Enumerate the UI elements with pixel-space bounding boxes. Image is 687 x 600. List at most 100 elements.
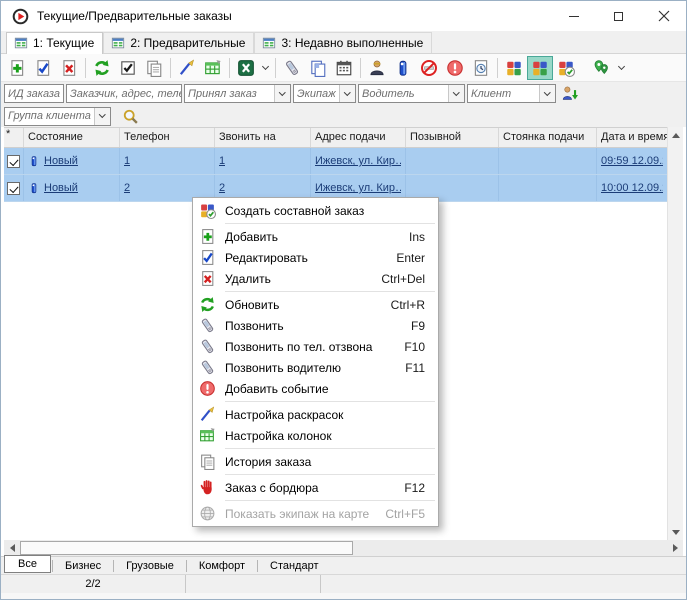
- address-link[interactable]: Ижевск, ул. Кир…: [315, 155, 401, 167]
- horizontal-scrollbar[interactable]: [4, 540, 683, 556]
- driver-filter-combo[interactable]: Водитель: [358, 84, 465, 103]
- refresh-button[interactable]: [89, 56, 115, 80]
- menu-item-call-callback[interactable]: Позвонить по тел. отзвона F10: [193, 336, 438, 357]
- operator-button[interactable]: [364, 56, 390, 80]
- menu-item-call[interactable]: Позвонить F9: [193, 315, 438, 336]
- datetime-link[interactable]: 10:00 12.09.2: [601, 182, 663, 194]
- datetime-link[interactable]: 09:59 12.09.2: [601, 155, 663, 167]
- dropdown-arrow-icon[interactable]: [448, 85, 464, 102]
- crew-status-button[interactable]: [553, 56, 579, 80]
- calendar-button[interactable]: [331, 56, 357, 80]
- delete-order-button[interactable]: [56, 56, 82, 80]
- scroll-down-button[interactable]: [668, 524, 683, 540]
- close-button[interactable]: [641, 1, 686, 31]
- call-to-link[interactable]: 1: [219, 155, 225, 167]
- menu-item-curbside-order[interactable]: Заказ с бордюра F12: [193, 477, 438, 498]
- export-excel-dropdown[interactable]: [259, 56, 272, 80]
- minimize-button[interactable]: [551, 1, 596, 31]
- scroll-right-button[interactable]: [667, 540, 683, 556]
- call-to-link[interactable]: 2: [219, 182, 225, 194]
- status-link[interactable]: Новый: [44, 155, 78, 167]
- crews-button[interactable]: [501, 56, 527, 80]
- search-button[interactable]: [119, 106, 141, 126]
- block-client-button[interactable]: [416, 56, 442, 80]
- dropdown-arrow-icon[interactable]: [94, 108, 110, 125]
- column-header-datetime[interactable]: Дата и время: [597, 128, 667, 147]
- menu-item-create-composite-order[interactable]: Создать составной заказ: [193, 200, 438, 221]
- menu-item-label: Позвонить водителю: [225, 361, 396, 375]
- accepted-by-filter-combo[interactable]: Принял заказ: [184, 84, 291, 103]
- copy-phone-button[interactable]: [305, 56, 331, 80]
- category-tab-business[interactable]: Бизнес: [54, 558, 112, 574]
- horizontal-scroll-thumb[interactable]: [20, 541, 353, 555]
- menu-item-label: Редактировать: [225, 251, 387, 265]
- column-header-stand[interactable]: Стоянка подачи: [499, 128, 597, 147]
- call-button[interactable]: [279, 56, 305, 80]
- menu-item-delete[interactable]: Удалить Ctrl+Del: [193, 268, 438, 289]
- column-header-call-to[interactable]: Звонить на: [215, 128, 311, 147]
- column-header-callsign[interactable]: Позывной: [406, 128, 499, 147]
- add-event-button[interactable]: [442, 56, 468, 80]
- row-checkbox[interactable]: [7, 182, 20, 195]
- vertical-scrollbar[interactable]: [667, 127, 683, 540]
- row-checkbox[interactable]: [7, 155, 20, 168]
- menu-item-order-history[interactable]: История заказа: [193, 451, 438, 472]
- menu-item-shortcut: F10: [404, 340, 425, 354]
- scroll-left-button[interactable]: [4, 540, 20, 556]
- column-settings-button[interactable]: [200, 56, 226, 80]
- menu-item-color-settings[interactable]: Настройка раскрасок: [193, 404, 438, 425]
- add-order-button[interactable]: [4, 56, 30, 80]
- tab-separator: [186, 560, 187, 572]
- tab-preliminary-orders[interactable]: 2: Предварительные: [103, 32, 254, 53]
- column-header-status[interactable]: Состояние: [24, 128, 120, 147]
- tab-recently-completed[interactable]: 3: Недавно выполненные: [254, 32, 432, 53]
- menu-item-label: Добавить событие: [225, 382, 416, 396]
- copy-order-button[interactable]: [141, 56, 167, 80]
- table-row[interactable]: Новый 1 1 Ижевск, ул. Кир… 09:59 12.09.2: [4, 148, 667, 175]
- column-header-address[interactable]: Адрес подачи: [311, 128, 406, 147]
- export-excel-button[interactable]: [233, 56, 259, 80]
- scroll-up-button[interactable]: [668, 127, 683, 143]
- menu-item-column-settings[interactable]: Настройка колонок: [193, 425, 438, 446]
- column-header-check[interactable]: *: [4, 128, 24, 147]
- menu-item-shortcut: F11: [405, 361, 425, 375]
- category-tab-cargo[interactable]: Грузовые: [115, 558, 185, 574]
- category-tab-standard[interactable]: Стандарт: [259, 558, 330, 574]
- maximize-button[interactable]: [596, 1, 641, 31]
- customer-filter-input[interactable]: Заказчик, адрес, телеф: [66, 84, 182, 103]
- phone-link[interactable]: 1: [124, 155, 130, 167]
- menu-item-add-event[interactable]: Добавить событие: [193, 378, 438, 399]
- globe-icon: [199, 505, 216, 522]
- order-time-button[interactable]: [468, 56, 494, 80]
- menu-item-add[interactable]: Добавить Ins: [193, 226, 438, 247]
- client-group-filter-combo[interactable]: Группа клиента: [4, 107, 111, 126]
- status-link[interactable]: Новый: [44, 182, 78, 194]
- menu-item-refresh[interactable]: Обновить Ctrl+R: [193, 294, 438, 315]
- dropdown-arrow-icon[interactable]: [539, 85, 555, 102]
- tab-current-orders[interactable]: 1: Текущие: [6, 32, 103, 54]
- menu-item-edit[interactable]: Редактировать Enter: [193, 247, 438, 268]
- dropdown-arrow-icon[interactable]: [274, 85, 290, 102]
- category-tab-comfort[interactable]: Комфорт: [188, 558, 256, 574]
- arrow-down-icon: [672, 530, 680, 535]
- crews-on-map-button[interactable]: [527, 56, 553, 80]
- phone-link[interactable]: 2: [124, 182, 130, 194]
- geo-pins-dropdown[interactable]: [615, 56, 628, 80]
- color-settings-button[interactable]: [174, 56, 200, 80]
- menu-item-label: Создать составной заказ: [225, 204, 416, 218]
- column-header-phone[interactable]: Телефон: [120, 128, 215, 147]
- order-id-filter-input[interactable]: ИД заказа: [4, 84, 64, 103]
- client-lookup-button[interactable]: [558, 84, 580, 104]
- menu-item-label: Показать экипаж на карте: [225, 507, 376, 521]
- client-filter-combo[interactable]: Клиент: [467, 84, 556, 103]
- dropdown-arrow-icon[interactable]: [339, 85, 355, 102]
- menu-item-call-driver[interactable]: Позвонить водителю F11: [193, 357, 438, 378]
- geo-pins-button[interactable]: [589, 56, 615, 80]
- select-mode-button[interactable]: [115, 56, 141, 80]
- address-link[interactable]: Ижевск, ул. Кир…: [315, 182, 401, 194]
- order-info-button[interactable]: [390, 56, 416, 80]
- crew-filter-combo[interactable]: Экипаж: [293, 84, 356, 103]
- edit-order-button[interactable]: [30, 56, 56, 80]
- vertical-scroll-track[interactable]: [668, 143, 683, 524]
- category-tab-all[interactable]: Все: [4, 555, 51, 573]
